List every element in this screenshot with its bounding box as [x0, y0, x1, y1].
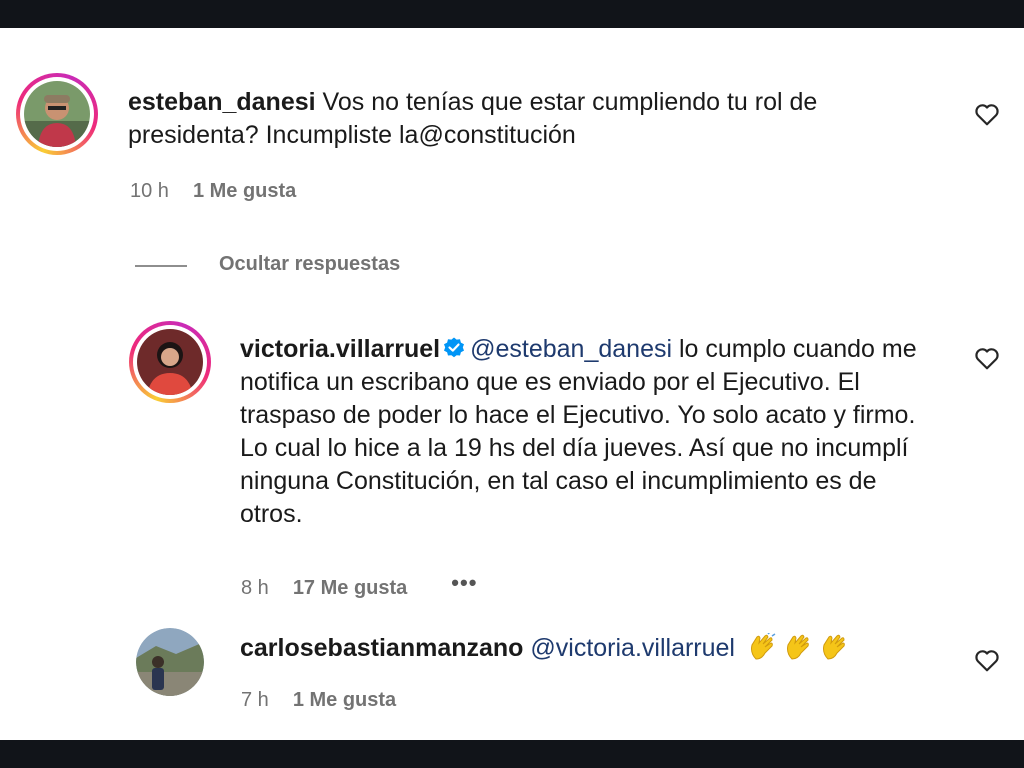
profile-photo [137, 329, 203, 395]
comment-username[interactable]: carlosebastianmanzano [240, 634, 523, 662]
comment-body: carlosebastianmanzano @victoria.villarru… [240, 632, 960, 665]
top-letterbox [0, 0, 1024, 28]
like-count[interactable]: 17 Me gusta [293, 577, 407, 600]
avatar-esteban[interactable] [16, 73, 98, 155]
comment-text: lo cumplo cuando me notifica un escriban… [240, 335, 917, 528]
comment-username[interactable]: esteban_danesi [128, 88, 316, 116]
avatar-victoria[interactable] [129, 321, 211, 403]
bottom-letterbox [0, 740, 1024, 768]
clapping-hands-icon [822, 634, 845, 660]
comment-body: victoria.villarruel @esteban_danesi lo cu… [240, 333, 940, 531]
comment-meta: 8 h 17 Me gusta ••• [241, 570, 477, 601]
verified-badge-icon [444, 337, 465, 358]
comment-body: esteban_danesi Vos no tenías que estar c… [128, 86, 928, 152]
comment-time: 8 h [241, 576, 269, 599]
heart-icon[interactable] [974, 346, 1000, 370]
mention-link[interactable]: @esteban_danesi [470, 335, 672, 363]
comment-username[interactable]: victoria.villarruel [240, 335, 440, 363]
replies-divider [135, 265, 187, 267]
heart-icon[interactable] [974, 648, 1000, 672]
clapping-hands-icon [786, 634, 809, 660]
avatar-carlos[interactable] [136, 628, 204, 696]
mention-link[interactable]: @victoria.villarruel [530, 634, 735, 662]
like-count[interactable]: 1 Me gusta [193, 180, 296, 203]
heart-icon[interactable] [974, 102, 1000, 126]
comment-meta: 7 h 1 Me gusta [241, 689, 396, 712]
hide-replies-button[interactable]: Ocultar respuestas [219, 253, 400, 276]
comment-time: 7 h [241, 689, 269, 711]
like-count[interactable]: 1 Me gusta [293, 689, 396, 712]
clapping-hands-icon [750, 633, 776, 660]
profile-photo [24, 81, 90, 147]
comment-time: 10 h [130, 180, 169, 202]
more-options-icon[interactable]: ••• [451, 570, 477, 596]
comment-meta: 10 h 1 Me gusta [130, 180, 296, 203]
